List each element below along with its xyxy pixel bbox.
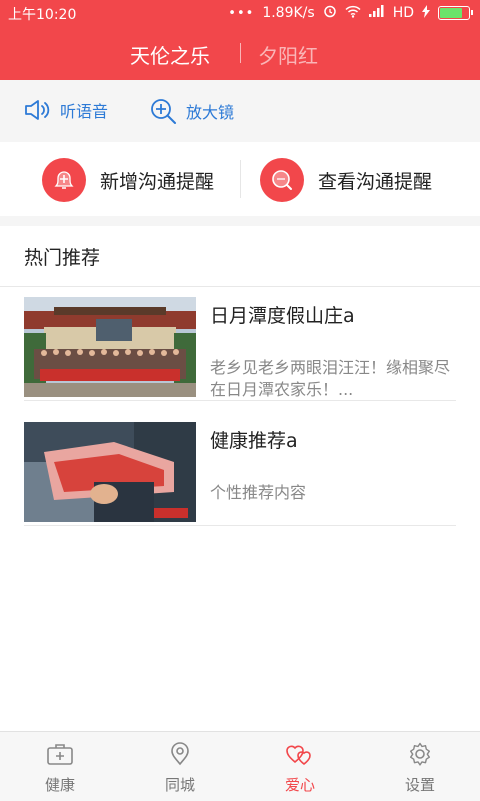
recommend-heading: 热门推荐: [24, 247, 101, 269]
item-description: 老乡见老乡两眼泪汪汪！缘相聚尽在日月潭农家乐！...: [210, 358, 451, 399]
resort-thumbnail: [24, 297, 196, 397]
magnifier-label: 放大镜: [186, 103, 235, 122]
zoom-in-icon: [150, 98, 178, 124]
status-time: 上午10:20: [8, 7, 77, 23]
search-chat-icon: [260, 158, 304, 202]
charging-icon: [422, 4, 430, 22]
gear-icon: [410, 742, 430, 766]
tab-tianlun[interactable]: 天伦之乐: [130, 40, 210, 69]
speaker-icon: [24, 98, 52, 122]
tab-label: 爱心: [284, 776, 315, 794]
tab-label: 同城: [164, 776, 195, 794]
signal-icon: [368, 5, 385, 21]
item-divider: [24, 400, 456, 401]
add-reminder-label: 新增沟通提醒: [100, 170, 215, 193]
recommend-item[interactable]: 健康推荐a 个性推荐内容: [24, 412, 456, 526]
recommend-section: 热门推荐 日月潭度假山庄a 老乡见老乡两眼泪汪汪！缘相聚尽在日月潭农家乐！...…: [0, 226, 480, 731]
network-type: HD: [392, 5, 414, 21]
health-thumbnail: [24, 422, 196, 522]
battery-icon: [438, 6, 473, 20]
magnifier-button[interactable]: 放大镜: [150, 98, 234, 124]
tab-label: 设置: [404, 776, 435, 794]
tab-settings[interactable]: 设置: [360, 742, 480, 795]
location-pin-icon: [171, 742, 189, 766]
title-bar: 天伦之乐 夕阳红: [0, 26, 480, 80]
listen-button[interactable]: 听语音: [24, 98, 108, 122]
bottom-tab-bar: 健康 同城 爱心 设置: [0, 731, 480, 801]
more-dots-icon: •••: [228, 5, 255, 21]
item-divider: [24, 525, 456, 526]
hearts-icon: [286, 745, 311, 766]
item-title: 日月潭度假山庄a: [210, 305, 355, 327]
recommend-item[interactable]: 日月潭度假山庄a 老乡见老乡两眼泪汪汪！缘相聚尽在日月潭农家乐！...: [24, 287, 456, 401]
add-reminder-button[interactable]: 新增沟通提醒: [42, 158, 214, 202]
network-speed: 1.89K/s: [262, 5, 315, 21]
tab-local[interactable]: 同城: [120, 742, 240, 795]
tab-xiyanghong[interactable]: 夕阳红: [258, 40, 318, 69]
status-right: ••• 1.89K/s HD: [228, 4, 473, 22]
item-title: 健康推荐a: [210, 430, 298, 452]
title-divider: [240, 43, 241, 63]
tab-love[interactable]: 爱心: [240, 742, 360, 795]
tab-label: 健康: [44, 776, 75, 794]
status-bar: 上午10:20 ••• 1.89K/s HD: [0, 0, 480, 26]
tab-health[interactable]: 健康: [0, 742, 120, 795]
view-reminder-button[interactable]: 查看沟通提醒: [260, 158, 432, 202]
bell-add-icon: [42, 158, 86, 202]
reminder-panel: 新增沟通提醒 查看沟通提醒: [0, 142, 480, 216]
medical-kit-icon: [47, 744, 73, 765]
wifi-icon: [345, 5, 361, 22]
reminder-divider: [240, 160, 241, 198]
item-description: 个性推荐内容: [210, 483, 307, 502]
accessibility-toolbar: 听语音 放大镜: [0, 80, 480, 140]
alarm-icon: [323, 4, 337, 22]
listen-label: 听语音: [60, 102, 109, 121]
view-reminder-label: 查看沟通提醒: [318, 170, 433, 193]
